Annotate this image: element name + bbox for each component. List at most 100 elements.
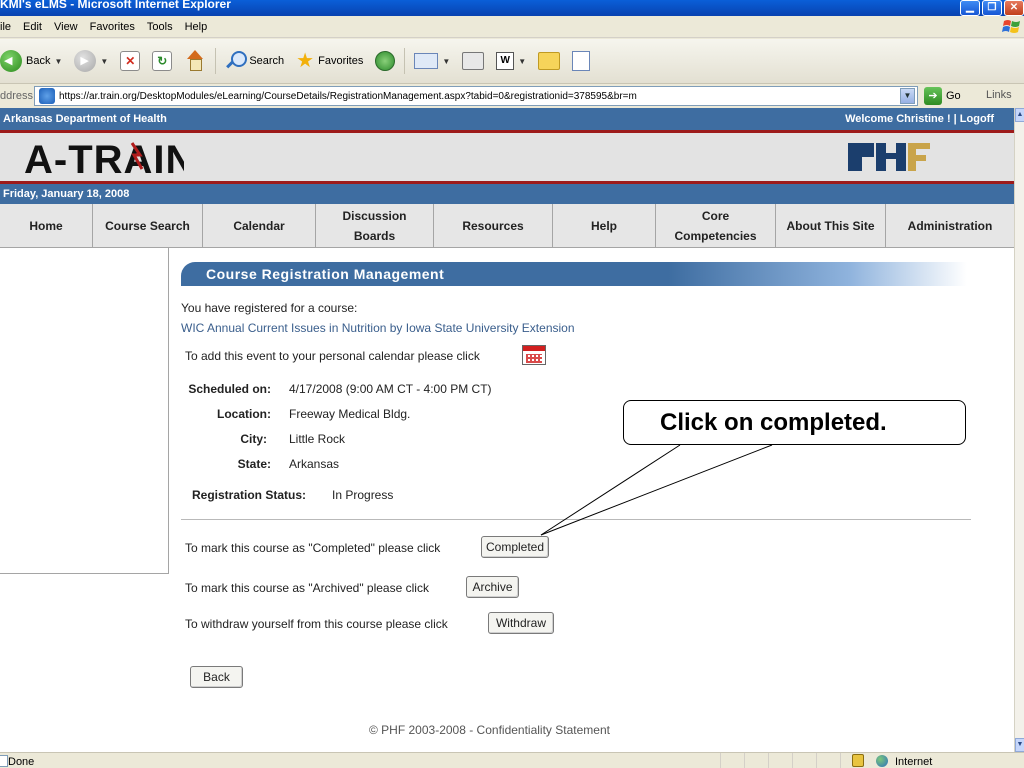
ie-page-icon — [39, 88, 55, 104]
menu-bar: ile Edit View Favorites Tools Help — [0, 16, 1024, 38]
calendar-text: To add this event to your personal calen… — [185, 349, 480, 363]
stop-icon: ✕ — [120, 51, 141, 71]
chevron-down-icon[interactable]: ▼ — [518, 57, 526, 66]
nav-about-this-site[interactable]: About This Site — [776, 204, 886, 248]
home-icon — [184, 50, 206, 72]
city-label: City: — [240, 432, 267, 446]
location-value: Freeway Medical Bldg. — [289, 407, 411, 421]
go-button[interactable]: ➔ Go — [924, 87, 961, 105]
nav-core-competencies[interactable]: Core Competencies — [656, 204, 776, 248]
location-label: Location: — [217, 407, 271, 421]
footer-text[interactable]: © PHF 2003-2008 - Confidentiality Statem… — [369, 723, 610, 737]
minimize-button[interactable]: ▁ — [960, 0, 980, 16]
chevron-down-icon[interactable]: ▼ — [442, 57, 450, 66]
registered-text: You have registered for a course: — [181, 301, 358, 315]
menu-edit[interactable]: Edit — [17, 21, 48, 33]
mail-button[interactable]: ▼ — [408, 46, 456, 76]
menu-favorites[interactable]: Favorites — [84, 21, 141, 33]
welcome-logoff-link[interactable]: Welcome Christine ! | Logoff — [845, 113, 994, 125]
nav-help[interactable]: Help — [553, 204, 656, 248]
scroll-down-icon[interactable]: ▼ — [1015, 738, 1024, 752]
globe-icon — [876, 755, 888, 767]
address-input[interactable]: https://ar.train.org/DesktopModules/eLea… — [34, 86, 918, 106]
withdraw-text: To withdraw yourself from this course pl… — [185, 617, 448, 631]
ie-toolbar: Back ▼ ▼ ✕ ↻ Search ★ Favorites ▼ W ▼ — [0, 39, 1024, 84]
toolbar-separator — [215, 48, 217, 74]
completed-text: To mark this course as "Completed" pleas… — [185, 541, 441, 555]
nav-administration[interactable]: Administration — [886, 204, 1014, 248]
withdraw-button[interactable]: Withdraw — [488, 612, 554, 634]
nav-core-competencies-label: Core Competencies — [674, 209, 757, 243]
nav-discussion-boards-label: Discussion Boards — [342, 209, 407, 243]
annotation-callout: Click on completed. — [623, 400, 966, 445]
nav-calendar[interactable]: Calendar — [203, 204, 316, 248]
atrain-logo-text: A-TRAIN — [24, 138, 184, 179]
state-value: Arkansas — [289, 457, 340, 471]
chevron-down-icon[interactable]: ▼ — [54, 57, 62, 66]
logo-band: A-TRAIN — [0, 133, 1014, 182]
links-button[interactable]: Links — [986, 89, 1012, 101]
back-page-button[interactable]: Back — [190, 666, 243, 688]
forward-button[interactable]: ▼ — [68, 46, 114, 76]
registration-status-value: In Progress — [332, 488, 394, 502]
registration-status-label: Registration Status: — [192, 488, 307, 502]
menu-help[interactable]: Help — [179, 21, 214, 33]
history-button[interactable] — [369, 46, 401, 76]
course-title-link[interactable]: WIC Annual Current Issues in Nutrition b… — [181, 321, 575, 335]
search-label: Search — [249, 55, 285, 67]
lock-icon — [852, 754, 864, 767]
printer-icon — [462, 52, 485, 70]
home-button[interactable] — [178, 46, 212, 76]
archive-button[interactable]: Archive — [466, 576, 519, 598]
scheduled-label: Scheduled on: — [188, 382, 271, 396]
org-name: Arkansas Department of Health — [3, 113, 167, 125]
maximize-button[interactable]: ❐ — [982, 0, 1002, 16]
discuss-button[interactable] — [532, 46, 566, 76]
toolbar-separator — [404, 48, 406, 74]
page-viewport: Arkansas Department of Health Welcome Ch… — [0, 108, 1014, 752]
window-titlebar: KMI's eLMS - Microsoft Internet Explorer… — [0, 0, 1024, 16]
menu-view[interactable]: View — [48, 21, 84, 33]
address-url: https://ar.train.org/DesktopModules/eLea… — [59, 90, 637, 102]
status-text: Done — [8, 756, 35, 768]
favorites-button[interactable]: ★ Favorites — [290, 46, 369, 76]
word-icon: W — [496, 52, 515, 70]
print-button[interactable] — [456, 46, 490, 76]
refresh-icon: ↻ — [152, 51, 173, 71]
main-nav: Home Course Search Calendar Discussion B… — [0, 204, 1014, 248]
date-bar: Friday, January 18, 2008 — [0, 184, 1014, 204]
scheduled-value: 4/17/2008 (9:00 AM CT - 4:00 PM CT) — [289, 382, 492, 396]
nav-resources[interactable]: Resources — [434, 204, 553, 248]
current-date: Friday, January 18, 2008 — [3, 188, 130, 200]
edit-button[interactable]: W ▼ — [490, 46, 532, 76]
vertical-scrollbar[interactable]: ▲ ▼ — [1014, 108, 1024, 752]
city-value: Little Rock — [289, 432, 346, 446]
close-button[interactable]: ✕ — [1004, 0, 1024, 16]
scroll-up-icon[interactable]: ▲ — [1015, 108, 1024, 122]
research-icon — [572, 51, 591, 71]
nav-home[interactable]: Home — [0, 204, 93, 248]
search-button[interactable]: Search — [219, 46, 290, 76]
back-button[interactable]: Back ▼ — [0, 46, 68, 76]
back-label: Back — [26, 55, 51, 67]
research-button[interactable] — [566, 46, 596, 76]
archived-text: To mark this course as "Archived" please… — [185, 581, 429, 595]
add-to-calendar-icon[interactable] — [522, 345, 546, 365]
menu-file[interactable]: ile — [0, 21, 17, 33]
address-bar: ddress https://ar.train.org/DesktopModul… — [0, 85, 1024, 107]
chevron-down-icon[interactable]: ▼ — [100, 57, 108, 66]
completed-button[interactable]: Completed — [481, 536, 549, 558]
menu-tools[interactable]: Tools — [141, 21, 179, 33]
go-label: Go — [946, 90, 961, 102]
history-icon — [375, 51, 396, 71]
nav-discussion-boards[interactable]: Discussion Boards — [316, 204, 434, 248]
page-icon — [0, 755, 8, 767]
phf-logo — [848, 143, 930, 171]
mail-icon — [414, 53, 439, 69]
refresh-button[interactable]: ↻ — [146, 46, 178, 76]
nav-course-search[interactable]: Course Search — [93, 204, 203, 248]
stop-button[interactable]: ✕ — [114, 46, 146, 76]
status-bar: Done Internet — [0, 752, 1024, 768]
window-title: KMI's eLMS - Microsoft Internet Explorer — [0, 0, 231, 11]
address-dropdown-icon[interactable]: ▼ — [900, 88, 915, 104]
